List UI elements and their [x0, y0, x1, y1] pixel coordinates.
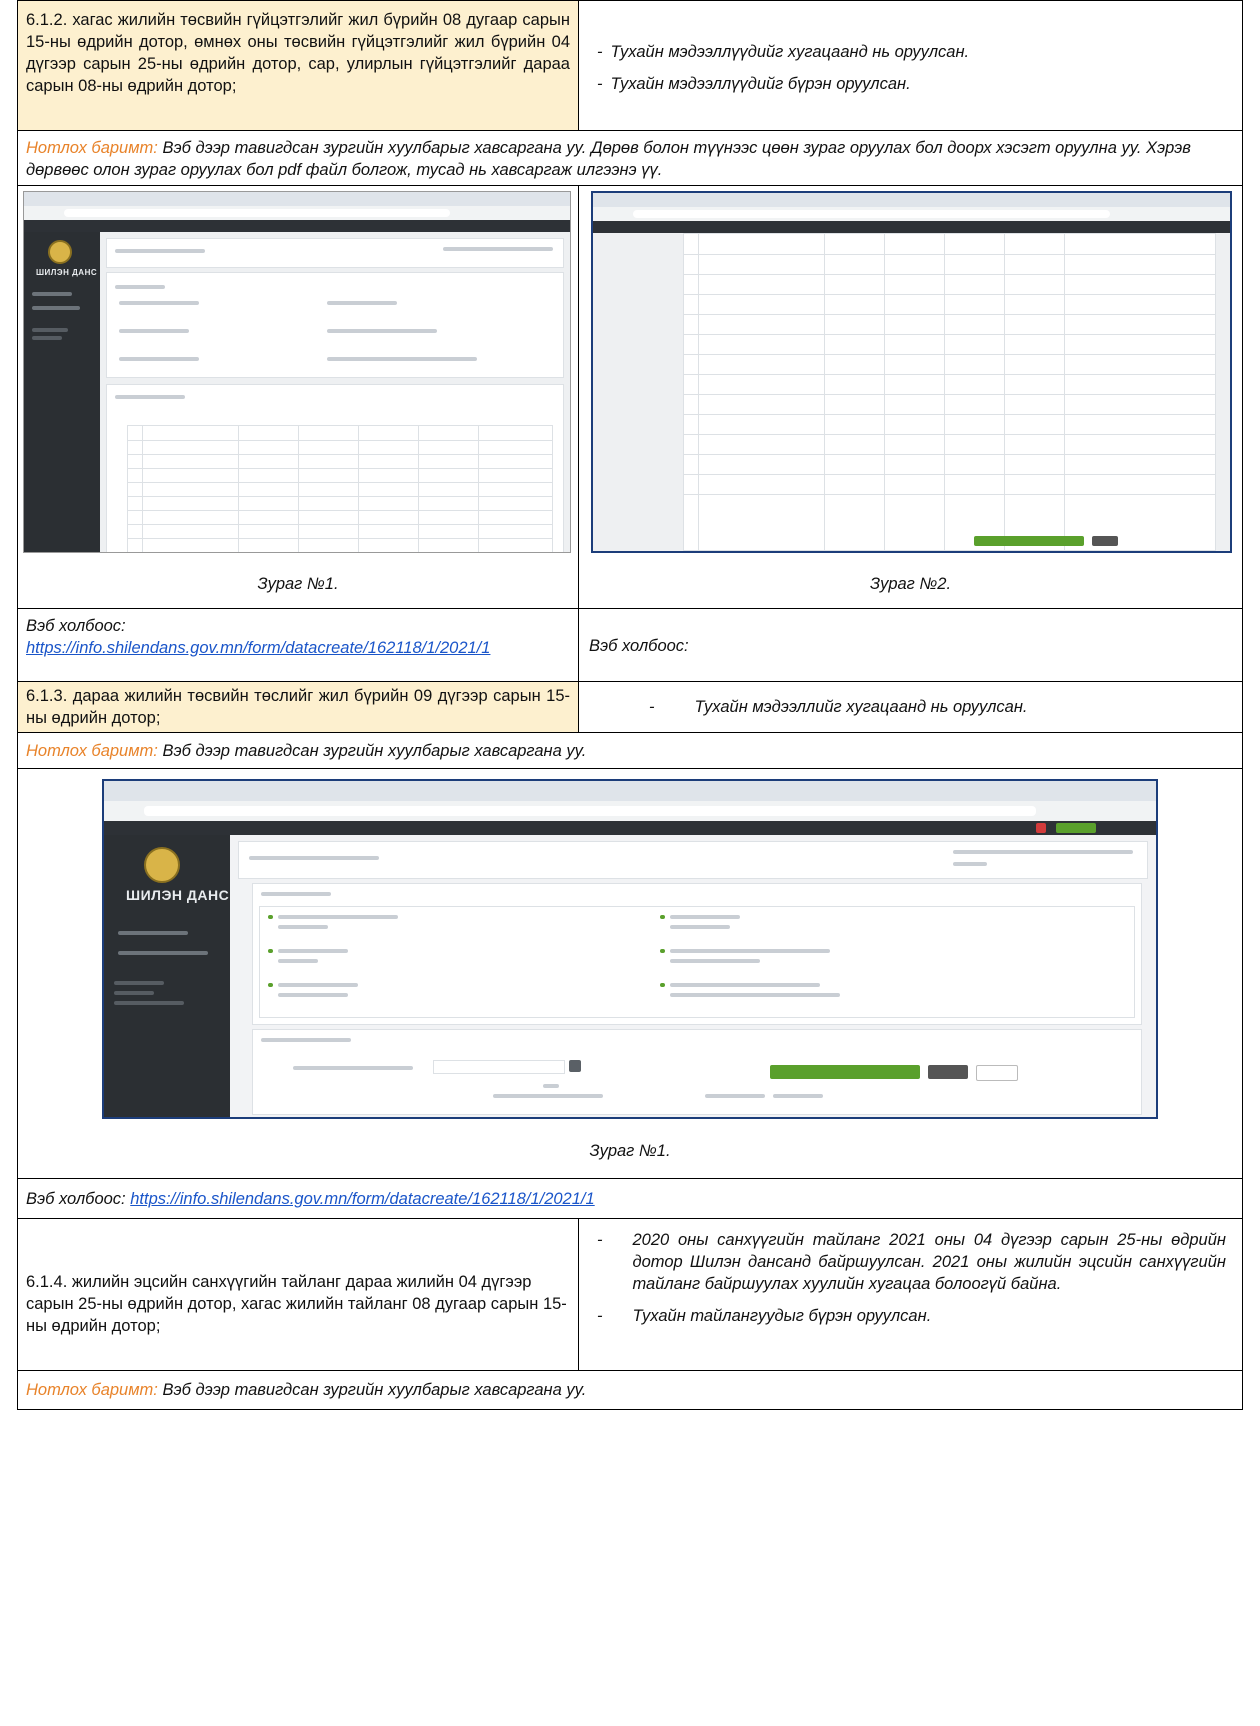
- caption-3: Зураг №1.: [589, 1142, 671, 1160]
- web-link-label: Вэб холбоос:: [589, 637, 689, 655]
- evidence-label: Нотлох баримт:: [26, 139, 158, 157]
- status-bullet: -2020 оны санхүүгийн тайланг 2021 оны 04…: [597, 1231, 1226, 1293]
- status-cell: -2020 оны санхүүгийн тайланг 2021 оны 04…: [579, 1219, 1242, 1370]
- web-link-label: Вэб холбоос:: [26, 617, 126, 635]
- status-bullet: - Тухайн мэдээллүүдийг бүрэн оруулсан.: [597, 75, 911, 93]
- evidence-note: Нотлох баримт: Вэб дээр тавигдсан зургий…: [26, 137, 1234, 181]
- status-cell: - Тухайн мэдээллийг хугацаанд нь оруулсан…: [579, 682, 1242, 732]
- dash-bullet: -: [597, 1307, 603, 1325]
- screenshot-cell-1: ШИЛЭН ДАНС Зураг №1.: [18, 186, 579, 608]
- criterion-text: 6.1.4. жилийн эцсийн санхүүгийн тайланг …: [26, 1273, 567, 1335]
- row-6-1-3: 6.1.3. дараа жилийн төсвийн төслийг жил …: [17, 681, 1243, 733]
- evidence-note-row: Нотлох баримт: Вэб дээр тавигдсан зургий…: [17, 732, 1243, 769]
- evidence-note: Нотлох баримт: Вэб дээр тавигдсан зургий…: [26, 1379, 1234, 1401]
- criterion-cell: 6.1.4. жилийн эцсийн санхүүгийн тайланг …: [18, 1219, 579, 1370]
- links-row: Вэб холбоос: https://info.shilendans.gov…: [17, 608, 1243, 682]
- link-cell-1: Вэб холбоос: https://info.shilendans.gov…: [18, 609, 579, 681]
- row-6-1-4: 6.1.4. жилийн эцсийн санхүүгийн тайланг …: [17, 1218, 1243, 1371]
- web-link-line: Вэб холбоос: https://info.shilendans.gov…: [26, 1188, 1234, 1210]
- status-bullet: - Тухайн мэдээллийг хугацаанд нь оруулсан…: [649, 698, 1028, 716]
- web-link[interactable]: https://info.shilendans.gov.mn/form/data…: [26, 637, 566, 659]
- criterion-cell: 6.1.2. хагас жилийн төсвийн гүйцэтгэлийг…: [18, 1, 579, 130]
- evidence-note-row: Нотлох баримт: Вэб дээр тавигдсан зургий…: [17, 130, 1243, 186]
- evidence-label: Нотлох баримт:: [26, 1381, 158, 1399]
- evidence-label: Нотлох баримт:: [26, 742, 158, 760]
- evidence-note-row: Нотлох баримт: Вэб дээр тавигдсан зургий…: [17, 1370, 1243, 1410]
- dash-bullet: -: [597, 1231, 603, 1249]
- dash-bullet: -: [597, 43, 603, 61]
- screenshot-3: ШИЛЭН ДАНС: [102, 779, 1158, 1119]
- dash-bullet: -: [597, 75, 603, 93]
- criterion-text: 6.1.3. дараа жилийн төсвийн төслийг жил …: [26, 687, 570, 727]
- criterion-cell: 6.1.3. дараа жилийн төсвийн төслийг жил …: [18, 682, 579, 732]
- caption-2: Зураг №2.: [869, 575, 952, 593]
- web-link-label: Вэб холбоос:: [26, 1190, 126, 1208]
- emblem-icon: [144, 847, 180, 883]
- screenshot-cell-2: Зураг №2.: [579, 186, 1242, 608]
- screenshot-2: [591, 191, 1232, 553]
- row-6-1-2: 6.1.2. хагас жилийн төсвийн гүйцэтгэлийг…: [17, 0, 1243, 131]
- caption-1: Зураг №1.: [257, 575, 339, 593]
- link-cell-2: Вэб холбоос:: [579, 609, 1242, 681]
- evidence-text: Вэб дээр тавигдсан зургийн хуулбарыг хав…: [157, 742, 587, 760]
- side-title: ШИЛЭН ДАНС: [126, 887, 230, 903]
- status-bullet: - Тухайн тайлангуудыг бүрэн оруулсан.: [597, 1307, 932, 1325]
- criterion-text: 6.1.2. хагас жилийн төсвийн гүйцэтгэлийг…: [26, 11, 570, 95]
- emblem-icon: [48, 240, 72, 264]
- screenshot-1: ШИЛЭН ДАНС: [23, 191, 571, 553]
- evidence-note: Нотлох баримт: Вэб дээр тавигдсан зургий…: [26, 740, 1234, 762]
- link-row: Вэб холбоос: https://info.shilendans.gov…: [17, 1178, 1243, 1219]
- evidence-text: Вэб дээр тавигдсан зургийн хуулбарыг хав…: [157, 1381, 587, 1399]
- evidence-text: Вэб дээр тавигдсан зургийн хуулбарыг хав…: [26, 139, 1191, 179]
- dash-bullet: -: [649, 698, 655, 716]
- status-cell: - Тухайн мэдээллүүдийг хугацаанд нь оруул…: [579, 1, 1242, 130]
- big-screenshot-row: ШИЛЭН ДАНС Зураг №1.: [17, 768, 1243, 1179]
- web-link[interactable]: https://info.shilendans.gov.mn/form/data…: [130, 1190, 594, 1208]
- screenshots-row: ШИЛЭН ДАНС Зураг №1. Зураг №2.: [17, 185, 1243, 609]
- status-bullet: - Тухайн мэдээллүүдийг хугацаанд нь оруул…: [597, 43, 970, 61]
